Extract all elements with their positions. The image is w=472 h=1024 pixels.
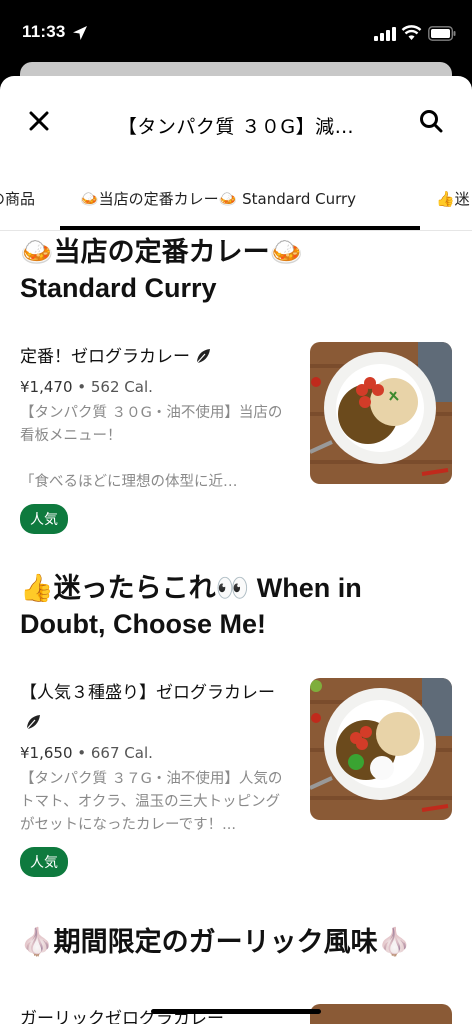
category-tabs: の商品 🍛当店の定番カレー🍛 Standard Curry 👍迷 xyxy=(0,174,472,230)
section-title-line: Doubt, Choose Me! xyxy=(20,609,266,639)
status-bar: 11:33 xyxy=(0,0,472,66)
curry-image[interactable] xyxy=(310,1004,452,1024)
section-title-line: 🍛当店の定番カレー🍛 xyxy=(20,237,304,267)
item-description: 【タンパク質 ３７G・油不使用】人気のトマト、オクラ、温玉の三大トッピングがセッ… xyxy=(20,771,283,833)
item-price: ¥1,470 xyxy=(20,378,73,396)
tab-when-in-doubt[interactable]: 👍迷 xyxy=(436,188,470,209)
curry-image[interactable] xyxy=(310,342,452,484)
search-icon[interactable] xyxy=(418,108,444,134)
location-arrow-icon xyxy=(73,26,87,40)
battery-icon xyxy=(428,26,456,41)
section-title-when-in-doubt: 👍迷ったらこれ👀 When in Doubt, Choose Me! xyxy=(20,570,460,642)
home-indicator xyxy=(151,1009,321,1014)
tab-standard-curry[interactable]: 🍛当店の定番カレー🍛 Standard Curry xyxy=(80,188,356,209)
menu-sheet: 【タンパク質 ３０G】減… の商品 🍛当店の定番カレー🍛 Standard Cu… xyxy=(0,76,472,1024)
close-icon[interactable] xyxy=(26,108,52,134)
wifi-icon xyxy=(401,25,422,40)
section-title-line: 👍迷ったらこれ👀 When in xyxy=(20,573,362,603)
meta-separator: • xyxy=(72,744,91,762)
item-calories: 562 Cal. xyxy=(90,378,153,396)
item-name: 【人気３種盛り】ゼログラカレー xyxy=(20,683,275,703)
curry-image[interactable] xyxy=(310,678,452,820)
item-name: 定番！ゼログラカレー xyxy=(20,347,190,367)
section-title-line: 🧄期間限定のガーリック風味🧄 xyxy=(20,927,412,957)
item-calories: 667 Cal. xyxy=(90,744,153,762)
menu-content: 🍛当店の定番カレー🍛 Standard Curry 定番！ゼログラカレー ¥1,… xyxy=(0,234,472,1024)
signal-icon xyxy=(374,27,396,41)
section-title-standard-curry: 🍛当店の定番カレー🍛 Standard Curry xyxy=(20,234,460,306)
section-title-line: Standard Curry xyxy=(20,273,217,303)
popular-badge: 人気 xyxy=(20,847,68,877)
item-description: 【タンパク質 ３０G・油不使用】当店の看板メニュー！ 「食べるほどに理想の体型に… xyxy=(20,405,283,490)
item-name-row: 【人気３種盛り】ゼログラカレー xyxy=(20,678,290,738)
tab-previous[interactable]: の商品 xyxy=(0,188,35,209)
tabs-divider xyxy=(0,230,472,231)
item-name: ガーリックゼログラカレー xyxy=(20,1009,224,1024)
meta-separator: • xyxy=(72,378,91,396)
leaf-icon xyxy=(196,349,210,364)
sheet-header: 【タンパク質 ３０G】減… xyxy=(0,76,472,172)
header-title: 【タンパク質 ３０G】減… xyxy=(117,116,355,138)
status-time: 11:33 xyxy=(22,22,66,41)
popular-badge: 人気 xyxy=(20,504,68,534)
section-title-garlic: 🧄期間限定のガーリック風味🧄 xyxy=(20,924,460,960)
item-name-row: 定番！ゼログラカレー xyxy=(20,342,290,372)
item-price: ¥1,650 xyxy=(20,744,73,762)
leaf-icon xyxy=(26,715,40,730)
